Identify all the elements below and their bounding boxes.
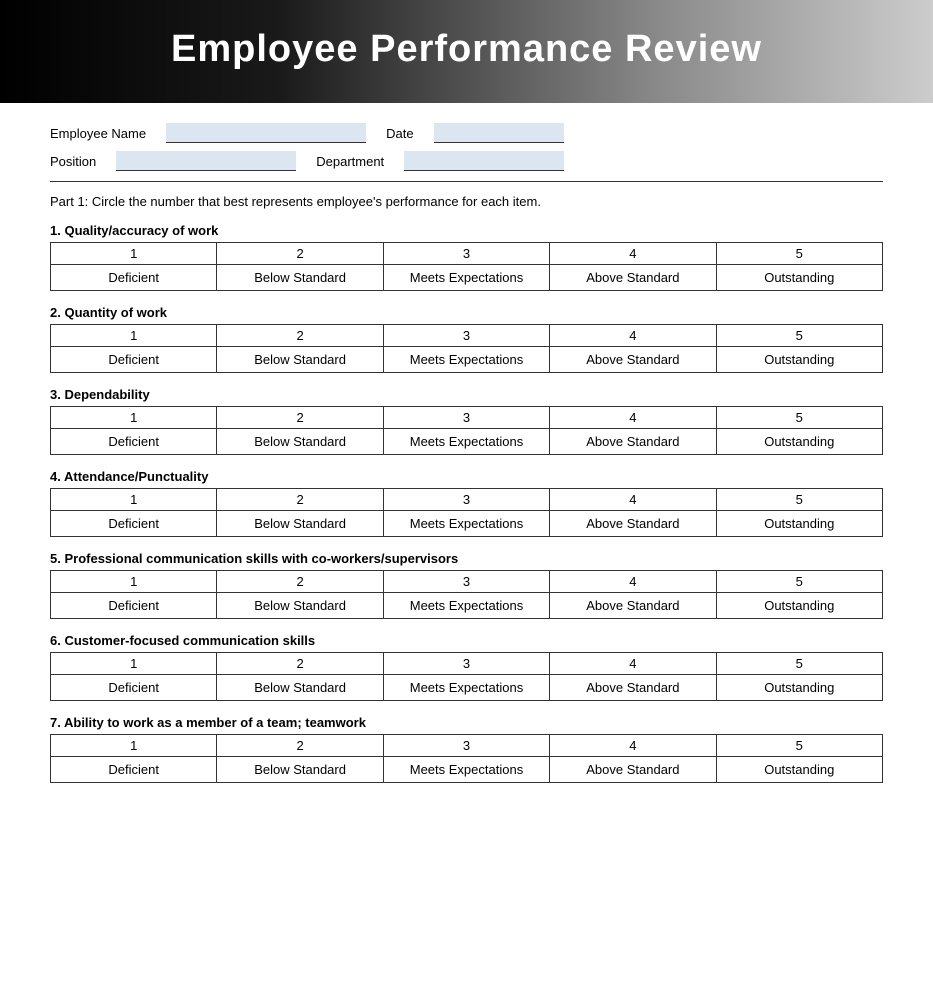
name-row: Employee Name Date: [50, 123, 883, 143]
rating-num-1: 1: [51, 243, 217, 265]
position-row: Position Department: [50, 151, 883, 171]
section-6-table: 1 2 3 4 5 Deficient Below Standard Meets…: [50, 652, 883, 701]
section-2-table: 1 2 3 4 5 Deficient Below Standard Meets…: [50, 324, 883, 373]
section-5-table: 1 2 3 4 5 Deficient Below Standard Meets…: [50, 570, 883, 619]
section-7-table: 1 2 3 4 5 Deficient Below Standard Meets…: [50, 734, 883, 783]
section-1-table: 1 2 3 4 5 Deficient Below Standard Meets…: [50, 242, 883, 291]
form-fields: Employee Name Date Position Department: [50, 123, 883, 171]
section-4-title: 4. Attendance/Punctuality: [50, 469, 883, 484]
section-1-title: 1. Quality/accuracy of work: [50, 223, 883, 238]
section-7-title: 7. Ability to work as a member of a team…: [50, 715, 883, 730]
label-deficient: Deficient: [51, 265, 217, 291]
rating-num-3: 3: [383, 243, 549, 265]
section-2-title: 2. Quantity of work: [50, 305, 883, 320]
section-4-table: 1 2 3 4 5 Deficient Below Standard Meets…: [50, 488, 883, 537]
department-input[interactable]: [404, 151, 564, 171]
employee-name-label: Employee Name: [50, 126, 146, 141]
date-input[interactable]: [434, 123, 564, 143]
section-6-title: 6. Customer-focused communication skills: [50, 633, 883, 648]
form-divider: [50, 181, 883, 182]
section-3-table: 1 2 3 4 5 Deficient Below Standard Meets…: [50, 406, 883, 455]
date-label: Date: [386, 126, 413, 141]
label-outstanding: Outstanding: [716, 265, 882, 291]
section-5-title: 5. Professional communication skills wit…: [50, 551, 883, 566]
rating-num-5: 5: [716, 243, 882, 265]
label-above-standard: Above Standard: [550, 265, 716, 291]
header: Employee Performance Review: [0, 0, 933, 103]
page-title: Employee Performance Review: [40, 28, 893, 71]
position-input[interactable]: [116, 151, 296, 171]
label-below-standard: Below Standard: [217, 265, 383, 291]
part1-instruction: Part 1: Circle the number that best repr…: [50, 194, 883, 209]
section-3-title: 3. Dependability: [50, 387, 883, 402]
department-label: Department: [316, 154, 384, 169]
label-meets-expectations: Meets Expectations: [383, 265, 549, 291]
position-label: Position: [50, 154, 96, 169]
rating-num-2: 2: [217, 243, 383, 265]
rating-num-4: 4: [550, 243, 716, 265]
employee-name-input[interactable]: [166, 123, 366, 143]
